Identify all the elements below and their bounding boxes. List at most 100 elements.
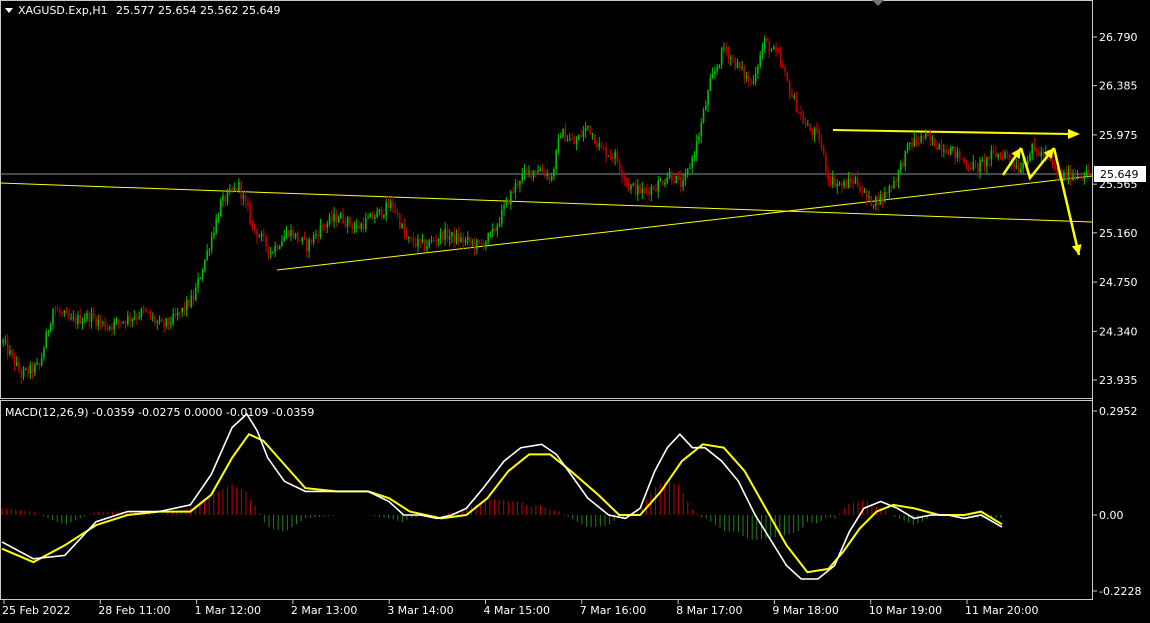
candle-body xyxy=(15,362,18,366)
candle-body xyxy=(725,47,727,52)
candle-body xyxy=(1015,165,1018,167)
candle-body xyxy=(151,316,154,318)
candle-body xyxy=(922,135,925,139)
candle-body xyxy=(446,228,449,240)
candle-body xyxy=(1081,176,1083,179)
candle-body xyxy=(1029,154,1031,161)
candle-body xyxy=(233,187,236,191)
candle-body xyxy=(29,364,32,374)
chart-window[interactable]: 26.790 26.385 25.975 25.565 25.160 24.750 24.3… xyxy=(0,0,1150,619)
candle-body xyxy=(695,141,698,156)
chart-canvas[interactable]: 26.79026.38525.97525.56525.16024.75024.3… xyxy=(0,0,1150,619)
candle-body xyxy=(739,61,741,68)
candle-body xyxy=(809,124,811,131)
candle-body xyxy=(548,174,551,180)
candle-body xyxy=(81,321,84,324)
candle-body xyxy=(596,143,598,147)
candle-body xyxy=(603,147,605,149)
candle-body xyxy=(881,194,884,202)
candle-body xyxy=(1085,170,1088,177)
candle-body xyxy=(242,195,245,199)
candle-body xyxy=(31,364,34,373)
macd-label: MACD(12,26,9) -0.0359 -0.0275 0.0000 -0.… xyxy=(5,406,314,419)
candle-body xyxy=(609,155,612,157)
candle-body xyxy=(444,228,446,240)
candle-body xyxy=(1035,148,1038,153)
candle-body xyxy=(770,49,773,52)
candle-body xyxy=(675,175,678,184)
candle-body xyxy=(253,223,256,230)
candle-body xyxy=(1013,163,1015,167)
candle-body xyxy=(473,242,476,249)
candle-body xyxy=(412,238,415,244)
candle-body xyxy=(804,123,807,126)
candle-body xyxy=(1072,175,1074,181)
candle-body xyxy=(389,202,392,208)
time-tick-label: 11 Mar 20:00 xyxy=(965,604,1038,617)
candle-body xyxy=(553,168,555,177)
candle-body xyxy=(392,202,394,207)
candle-body xyxy=(1004,152,1006,159)
candle-body xyxy=(405,233,408,239)
candle-body xyxy=(88,312,91,322)
candle-body xyxy=(4,340,7,342)
candle-body xyxy=(181,307,183,313)
candle-body xyxy=(627,182,630,190)
candle-body xyxy=(204,259,206,271)
candle-body xyxy=(741,66,743,68)
candle-body xyxy=(698,136,700,142)
candle-body xyxy=(743,66,746,78)
candle-body xyxy=(643,188,646,190)
candle-body xyxy=(836,183,839,187)
candle-body xyxy=(127,315,129,324)
candle-body xyxy=(20,370,23,378)
candle-body xyxy=(201,270,204,279)
candle-body xyxy=(963,159,965,163)
candle-body xyxy=(342,213,344,224)
candle-body xyxy=(519,180,521,186)
candle-body xyxy=(557,138,560,151)
candle-body xyxy=(34,364,36,373)
candle-body xyxy=(700,122,703,137)
candle-body xyxy=(68,313,70,319)
candle-body xyxy=(516,183,519,186)
chart-ohlc: 25.577 25.654 25.562 25.649 xyxy=(116,4,280,17)
candle-body xyxy=(555,150,557,169)
candle-body xyxy=(428,240,431,247)
candle-body xyxy=(877,196,879,205)
candle-body xyxy=(394,206,397,213)
candle-body xyxy=(97,319,100,326)
candle-body xyxy=(890,186,893,189)
candle-body xyxy=(843,181,845,187)
candle-body xyxy=(786,72,789,82)
candle-body xyxy=(256,229,258,237)
candle-body xyxy=(822,147,825,155)
candle-body xyxy=(317,234,319,237)
candle-body xyxy=(723,47,725,49)
candle-body xyxy=(2,340,4,343)
candle-body xyxy=(652,187,655,190)
candle-body xyxy=(335,214,338,223)
candle-body xyxy=(99,319,102,323)
candle-body xyxy=(566,140,569,142)
candle-body xyxy=(462,237,465,243)
candle-body xyxy=(367,217,369,219)
candle-body xyxy=(632,183,635,186)
candle-body xyxy=(616,151,619,163)
candle-body xyxy=(986,157,988,167)
candle-body xyxy=(294,232,297,238)
candle-body xyxy=(646,189,648,191)
candle-body xyxy=(43,348,45,358)
candle-body xyxy=(140,309,143,317)
candle-body xyxy=(340,213,342,219)
time-tick-label: 4 Mar 15:00 xyxy=(484,604,550,617)
candle-body xyxy=(791,94,793,98)
candle-body xyxy=(532,170,535,178)
candle-body xyxy=(680,177,682,187)
candle-body xyxy=(673,181,675,184)
candle-body xyxy=(383,215,385,218)
candle-body xyxy=(856,177,859,187)
candle-body xyxy=(40,357,43,366)
candle-body xyxy=(142,309,145,311)
candle-body xyxy=(65,311,68,314)
